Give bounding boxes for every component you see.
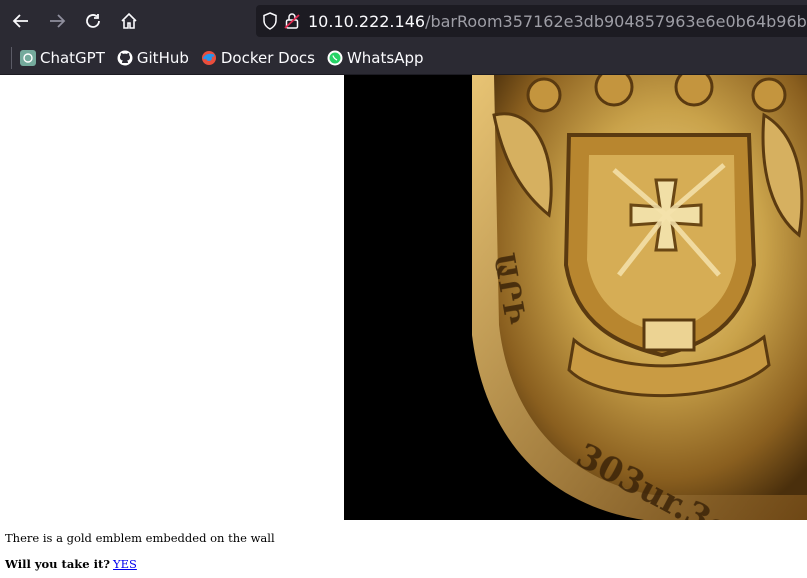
yes-link[interactable]: YES [113, 557, 137, 571]
bookmarks-toolbar: ChatGPT GitHub Docker Docs WhatsApp [0, 42, 807, 75]
url-text: 10.10.222.146/barRoom357162e3db904857963… [308, 12, 807, 31]
bookmarks-separator [11, 47, 12, 69]
home-button[interactable] [114, 6, 144, 36]
forward-arrow-icon [50, 14, 66, 28]
insecure-lock-icon[interactable] [284, 10, 300, 32]
reload-button[interactable] [78, 6, 108, 36]
bookmark-docker-docs[interactable]: Docker Docs [201, 49, 315, 67]
page-content: ԱՐԻ 303ur.3e There is a gold emblem embe… [0, 75, 807, 578]
gold-emblem-icon: ԱՐԻ 303ur.3e [344, 75, 807, 520]
browser-toolbar: 10.10.222.146/barRoom357162e3db904857963… [0, 0, 807, 42]
bookmark-label: GitHub [136, 49, 189, 67]
question-text: Will you take it? [5, 557, 111, 571]
chatgpt-icon [20, 50, 36, 66]
url-host: 10.10.222.146 [308, 11, 426, 31]
take-item-prompt: Will you take it? YES [5, 557, 137, 571]
docker-icon [201, 51, 216, 65]
forward-button[interactable] [42, 6, 72, 36]
bookmark-github[interactable]: GitHub [117, 49, 189, 67]
address-bar[interactable]: 10.10.222.146/barRoom357162e3db904857963… [256, 5, 807, 37]
bookmark-whatsapp[interactable]: WhatsApp [327, 49, 424, 67]
home-icon [121, 12, 137, 29]
whatsapp-icon [327, 50, 343, 66]
gold-emblem-image: ԱՐԻ 303ur.3e [344, 75, 807, 520]
room-description: There is a gold emblem embedded on the w… [5, 531, 275, 545]
back-arrow-icon [12, 14, 28, 28]
reload-icon [86, 14, 100, 28]
bookmark-label: WhatsApp [346, 49, 424, 67]
bookmark-chatgpt[interactable]: ChatGPT [20, 49, 105, 67]
github-icon [117, 50, 133, 66]
url-path: /barRoom357162e3db904857963e6e0b64b96ba7… [425, 11, 807, 31]
bookmark-label: Docker Docs [220, 49, 315, 67]
back-button[interactable] [6, 6, 36, 36]
bookmark-label: ChatGPT [40, 49, 105, 67]
shield-icon[interactable] [262, 10, 278, 32]
